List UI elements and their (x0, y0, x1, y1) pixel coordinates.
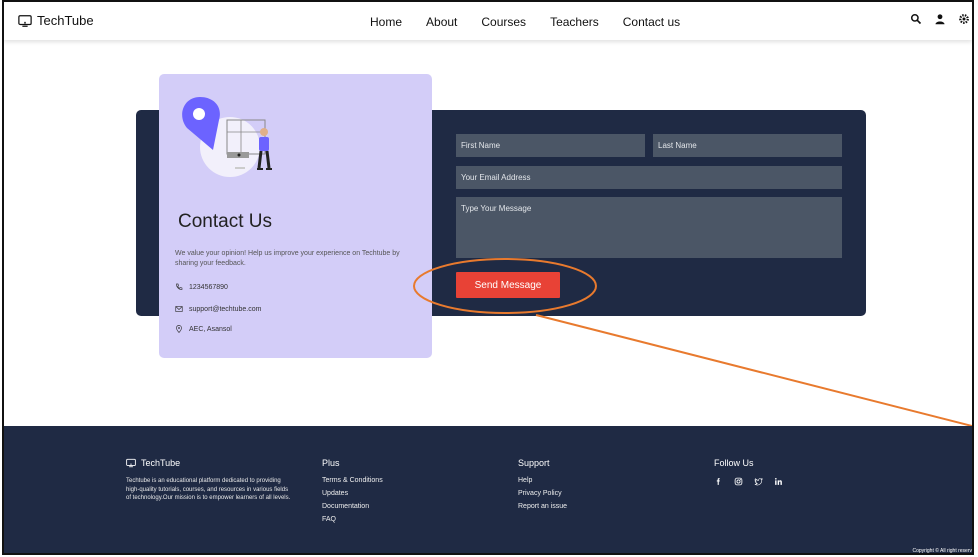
footer-follow-column: Follow Us (714, 458, 783, 486)
footer-brand[interactable]: TechTube (126, 458, 292, 468)
settings-icon[interactable] (958, 13, 972, 27)
instagram-icon[interactable] (734, 477, 743, 486)
user-icon[interactable] (934, 13, 948, 27)
page-frame: TechTube Home About Courses Teachers Con… (2, 0, 974, 555)
footer: TechTube Techtube is an educational plat… (4, 426, 972, 554)
brand-logo[interactable]: TechTube (18, 13, 94, 28)
nav-icons (910, 13, 972, 27)
location-pin-icon (176, 325, 182, 333)
nav-about[interactable]: About (426, 15, 457, 29)
footer-brand-column: TechTube Techtube is an educational plat… (126, 458, 292, 503)
footer-link-updates[interactable]: Updates (322, 490, 383, 497)
footer-link-privacy[interactable]: Privacy Policy (518, 490, 567, 497)
nav-courses[interactable]: Courses (481, 15, 526, 29)
footer-link-documentation[interactable]: Documentation (322, 503, 383, 510)
contact-illustration (182, 97, 272, 177)
footer-follow-heading: Follow Us (714, 458, 754, 468)
monitor-icon (126, 458, 136, 468)
first-name-input[interactable]: First Name (456, 134, 645, 157)
footer-support-heading: Support (518, 458, 550, 468)
footer-link-help[interactable]: Help (518, 477, 567, 484)
nav-teachers[interactable]: Teachers (550, 15, 599, 29)
nav-home[interactable]: Home (370, 15, 402, 29)
phone-icon (176, 283, 183, 290)
footer-support-column: Support Help Privacy Policy Report an is… (518, 458, 567, 516)
facebook-icon[interactable] (714, 477, 723, 486)
social-links (714, 477, 783, 486)
search-icon[interactable] (910, 13, 924, 27)
twitter-icon[interactable] (754, 477, 763, 486)
mail-icon (175, 306, 183, 312)
footer-plus-column: Plus Terms & Conditions Updates Document… (322, 458, 383, 529)
contact-email[interactable]: support@techtube.com (175, 305, 261, 313)
monitor-icon (18, 14, 32, 27)
contact-title: Contact Us (178, 211, 272, 232)
footer-link-faq[interactable]: FAQ (322, 516, 383, 523)
send-message-button[interactable]: Send Message (456, 272, 560, 298)
footer-plus-heading: Plus (322, 458, 340, 468)
contact-location: AEC, Asansol (175, 325, 232, 333)
last-name-input[interactable]: Last Name (653, 134, 842, 157)
contact-location-text: AEC, Asansol (189, 325, 232, 333)
contact-email-text: support@techtube.com (189, 305, 262, 313)
brand-name: TechTube (37, 13, 94, 28)
annotation-pointer-line (535, 314, 972, 428)
nav-links: Home About Courses Teachers Contact us (370, 15, 680, 29)
contact-phone-text: 1234567890 (189, 283, 228, 291)
contact-phone[interactable]: 1234567890 (175, 283, 228, 291)
contact-card: Contact Us We value your opinion! Help u… (159, 74, 432, 358)
message-textarea[interactable]: Type Your Message (456, 197, 842, 258)
footer-copyright: Copyright © All right reserv (912, 548, 972, 554)
contact-description: We value your opinion! Help us improve y… (175, 250, 400, 267)
footer-link-report[interactable]: Report an issue (518, 503, 567, 510)
nav-contact[interactable]: Contact us (623, 15, 680, 29)
footer-about: Techtube is an educational platform dedi… (126, 478, 291, 501)
footer-brand-name: TechTube (141, 458, 181, 468)
footer-link-terms[interactable]: Terms & Conditions (322, 477, 383, 484)
navbar: TechTube Home About Courses Teachers Con… (4, 2, 972, 40)
linkedin-icon[interactable] (774, 477, 783, 486)
email-input[interactable]: Your Email Address (456, 166, 842, 189)
